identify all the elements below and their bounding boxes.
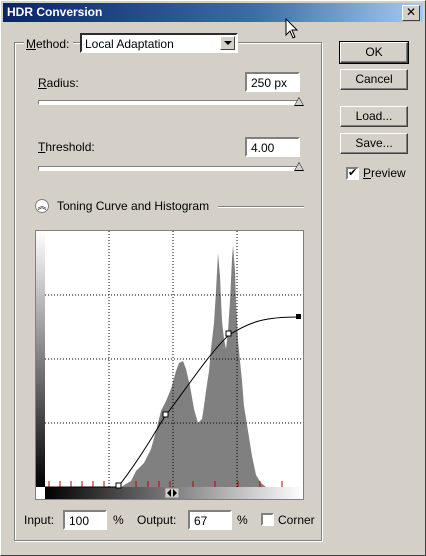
output-gradient-bar [36,231,45,487]
load-button[interactable]: Load... [340,106,408,127]
toning-section-title: Toning Curve and Histogram [57,199,210,213]
curve-point-highlight [225,330,232,337]
input-unit: % [113,513,124,527]
histogram-curve-svg[interactable] [36,231,303,499]
threshold-label: Threshold: [38,140,95,154]
window-title: HDR Conversion [7,5,103,19]
arrow-cursor-icon [285,18,299,39]
ok-button[interactable]: OK [339,41,409,64]
histogram [121,245,266,487]
curve-slider-arrows [164,487,180,499]
chevron-down-icon[interactable] [220,36,235,50]
method-select[interactable]: Local Adaptation [80,33,238,53]
method-label: Method: [24,33,74,55]
threshold-input[interactable]: 4.00 [245,137,300,157]
input-field[interactable]: 100 [63,510,107,530]
threshold-slider-track[interactable] [38,166,301,171]
cancel-button[interactable]: Cancel [340,69,408,90]
preview-checkbox[interactable]: ✔ [346,167,359,180]
section-divider [218,206,304,208]
radius-label: Radius: [38,76,79,90]
curve-point-shadow [115,482,122,489]
toning-curve-graph[interactable] [35,230,304,500]
radius-slider-track[interactable] [38,100,301,105]
corner-checkbox[interactable] [261,513,274,526]
curve-point-midtone [162,411,169,418]
corner-label: Corner [278,513,315,527]
close-icon: ✕ [405,5,417,19]
chevron-up-icon[interactable]: ︽ [35,199,49,213]
close-button[interactable]: ✕ [402,5,420,21]
threshold-slider-thumb[interactable] [294,162,304,171]
method-value: Local Adaptation [85,37,174,51]
input-label: Input: [24,513,55,527]
checkmark-icon: ✔ [348,167,358,179]
output-field[interactable]: 67 [188,510,232,530]
radius-slider-thumb[interactable] [294,97,304,106]
title-bar: HDR Conversion ✕ [3,3,423,22]
radius-input[interactable]: 250 px [245,72,300,92]
output-unit: % [237,513,248,527]
save-button[interactable]: Save... [340,133,408,154]
preview-label: Preview [363,166,406,180]
output-label: Output: [137,513,177,527]
curve-point-white [296,314,301,319]
